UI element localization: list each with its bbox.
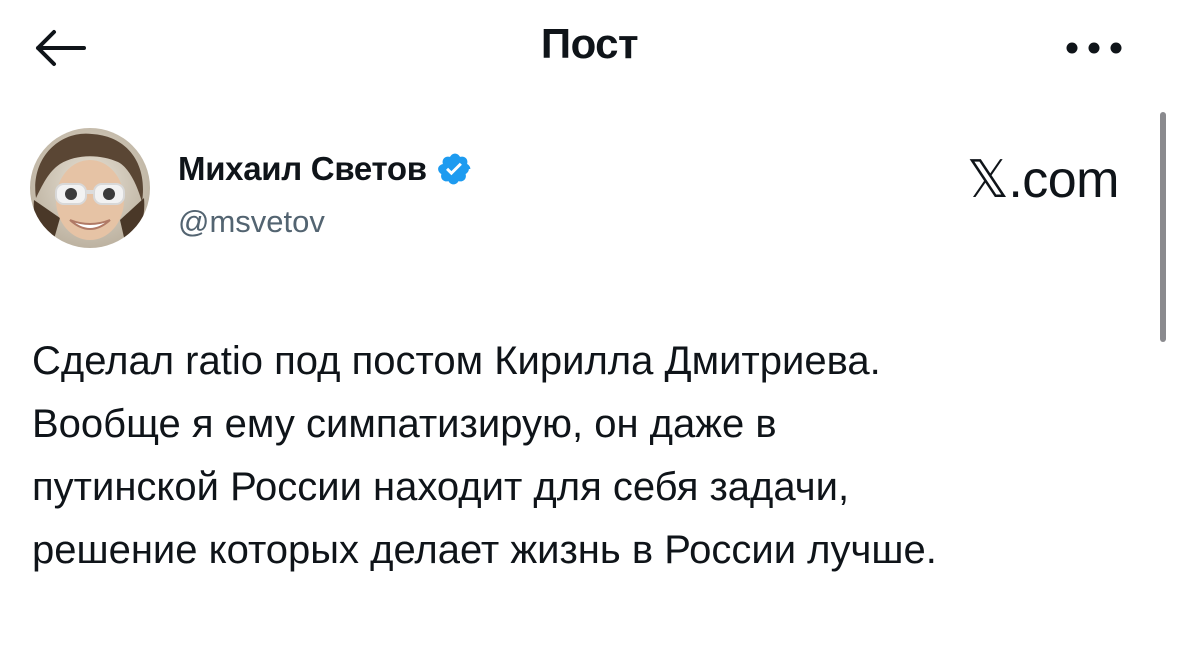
more-horizontal-icon bbox=[1066, 42, 1122, 54]
post-body: Сделал ratio под постом Кирилла Дмитриев… bbox=[32, 330, 1142, 582]
verified-badge-icon bbox=[437, 153, 471, 185]
scrollbar[interactable] bbox=[1160, 112, 1166, 342]
post-author: Михаил Светов @msvetov bbox=[30, 128, 1130, 258]
author-name[interactable]: Михаил Светов bbox=[178, 150, 427, 188]
post-text-line: Сделал ratio под постом Кирилла Дмитриев… bbox=[32, 339, 881, 383]
top-bar: Пост bbox=[0, 0, 1179, 96]
post-text-line: путинской России находит для себя задачи… bbox=[32, 465, 850, 509]
x-com-logo: 𝕏.com bbox=[966, 151, 1120, 209]
post-text-line: решение которых делает жизнь в России лу… bbox=[32, 528, 937, 572]
avatar-photo bbox=[30, 128, 150, 248]
more-options-button[interactable] bbox=[1059, 30, 1129, 66]
avatar[interactable] bbox=[30, 128, 150, 248]
page-title: Пост bbox=[540, 20, 639, 67]
author-handle[interactable]: @msvetov bbox=[178, 204, 325, 240]
post-text-line: Вообще я ему симпатизирую, он даже в bbox=[32, 402, 777, 446]
author-name-row: Михаил Светов bbox=[178, 150, 473, 188]
